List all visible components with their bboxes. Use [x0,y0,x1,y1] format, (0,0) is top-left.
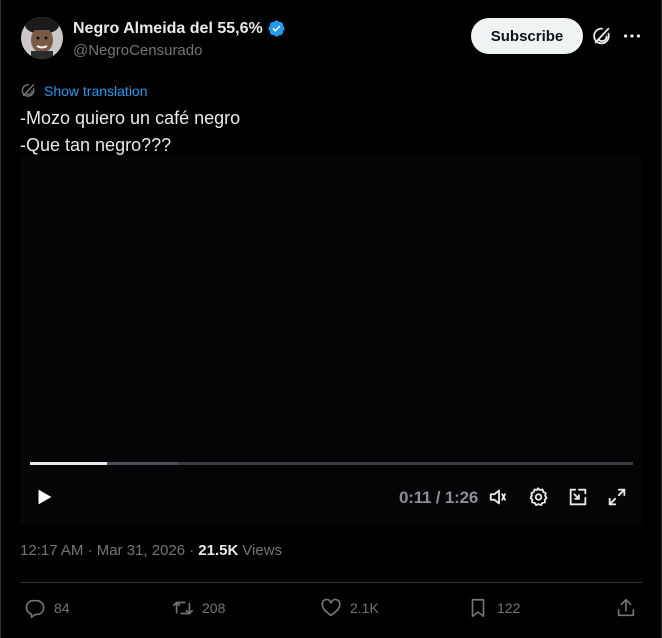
video-progress-fill [30,462,107,465]
fullscreen-icon[interactable] [606,486,628,508]
tweet-line-1: -Mozo quiero un café negro [20,108,241,128]
bookmark-icon [471,598,485,618]
divider [20,582,642,583]
volume-icon[interactable] [488,486,510,508]
share-icon [617,598,635,617]
picture-in-picture-icon[interactable] [567,486,589,508]
settings-icon[interactable] [527,486,549,508]
tweet-meta: 12:17 AM · Mar 31, 2026 · 21.5K Views [20,542,282,559]
bookmark-count: 122 [497,600,521,616]
grok-icon[interactable] [591,25,613,47]
views-count: 21.5K [198,542,239,559]
video-progress-bar[interactable] [30,462,633,465]
translate-grok-icon [21,84,35,97]
reply-button[interactable]: 84 [24,597,70,619]
show-translation-link[interactable]: Show translation [20,82,148,99]
avatar[interactable] [21,17,63,59]
repost-count: 208 [202,600,226,616]
tweet-timestamp[interactable]: 12:17 AM · Mar 31, 2026 · [20,542,194,559]
heart-icon [321,598,341,617]
verified-badge-icon [268,20,285,37]
author-name-row[interactable]: Negro Almeida del 55,6% [73,19,286,38]
bookmark-button[interactable]: 122 [467,597,520,619]
video-time: 0:11 / 1:26 [399,488,479,507]
reply-count: 84 [54,600,70,616]
tweet-container: Negro Almeida del 55,6% @NegroCensurado … [0,0,662,638]
author-handle[interactable]: @NegroCensurado [73,42,202,59]
play-icon[interactable] [33,486,55,508]
views-label: Views [242,542,283,559]
repost-icon [173,601,193,615]
subscribe-button[interactable]: Subscribe [471,18,583,54]
repost-button[interactable]: 208 [172,597,225,619]
share-button[interactable] [615,597,637,619]
like-count: 2.1K [350,600,379,616]
video-player[interactable] [20,157,642,525]
author-name[interactable]: Negro Almeida del 55,6% [73,20,263,38]
reply-icon [25,599,45,618]
tweet-text: -Mozo quiero un café negro -Que tan negr… [20,105,240,159]
more-options-icon[interactable] [621,25,643,47]
like-button[interactable]: 2.1K [320,597,379,619]
show-translation-label[interactable]: Show translation [44,83,148,99]
tweet-line-2: -Que tan negro??? [20,135,172,155]
